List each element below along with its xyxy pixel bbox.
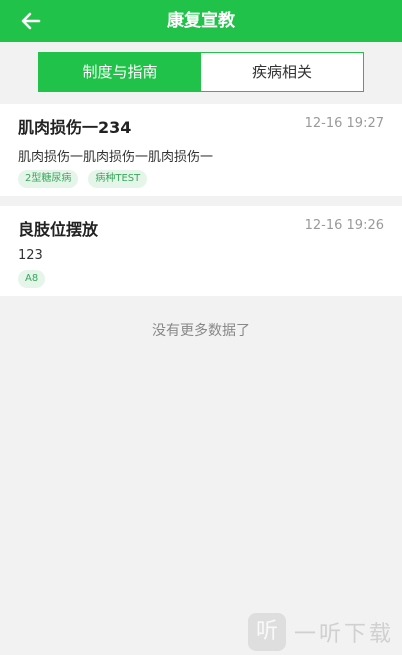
no-more-data-text: 没有更多数据了 — [152, 323, 250, 339]
item-title: 良肢位摆放 — [18, 220, 99, 239]
top-bar: 康复宣教 — [0, 0, 402, 42]
list-item[interactable]: 肌肉损伤一234 12-16 19:27 肌肉损伤一肌肉损伤一肌肉损伤一 2型糖… — [0, 104, 402, 196]
tag: 2型糖尿病 — [18, 170, 79, 188]
list-item[interactable]: 良肢位摆放 12-16 19:26 123 A8 — [0, 206, 402, 296]
segmented-tabs: 制度与指南 疾病相关 — [38, 52, 364, 92]
tabs-bar: 制度与指南 疾病相关 — [0, 42, 402, 104]
item-description: 123 — [18, 248, 43, 263]
watermark-text: 一听下载 — [293, 622, 394, 647]
watermark-logo-icon: 听 — [247, 613, 286, 651]
item-time: 12-16 19:27 — [304, 116, 384, 131]
item-description: 肌肉损伤一肌肉损伤一肌肉损伤一 — [18, 150, 214, 165]
item-title: 肌肉损伤一234 — [18, 118, 132, 137]
item-time: 12-16 19:26 — [304, 218, 384, 233]
tab-guidelines[interactable]: 制度与指南 — [39, 53, 201, 91]
watermark: 听 一听下载 — [247, 613, 394, 651]
tag: A8 — [18, 270, 46, 288]
tag-list: 2型糖尿病 病种TEST — [18, 170, 148, 188]
page-title: 康复宣教 — [167, 11, 235, 31]
tag: 病种TEST — [88, 170, 148, 188]
tab-diseases[interactable]: 疾病相关 — [201, 53, 363, 91]
app-screen: 康复宣教 制度与指南 疾病相关 肌肉损伤一234 12-16 19:27 肌肉损… — [0, 0, 402, 655]
tag-list: A8 — [18, 270, 46, 288]
